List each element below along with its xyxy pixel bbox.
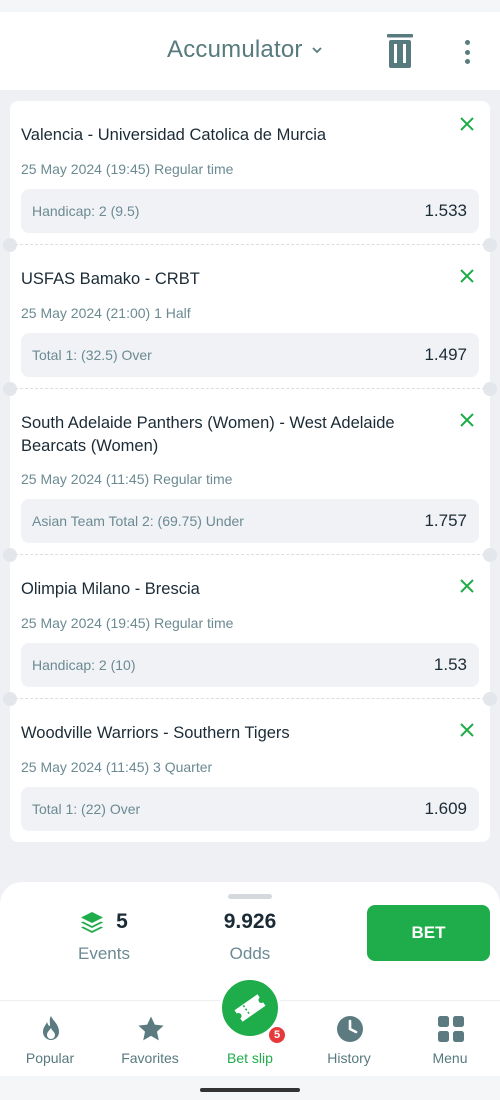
status-bar bbox=[0, 0, 500, 12]
bet-selection: Asian Team Total 2: (69.75) Under 1.757 bbox=[21, 499, 479, 543]
page-title: Accumulator bbox=[167, 36, 303, 63]
bet-type: Total 1: (32.5) Over bbox=[32, 347, 152, 363]
bet-selection: Total 1: (22) Over 1.609 bbox=[21, 787, 479, 831]
odds-label: Odds bbox=[229, 944, 271, 963]
nav-menu[interactable]: Menu bbox=[405, 1001, 495, 1077]
trash-icon[interactable] bbox=[387, 34, 413, 68]
bet-type: Handicap: 2 (10) bbox=[32, 657, 136, 673]
nav-favorites[interactable]: Favorites bbox=[105, 1001, 195, 1077]
layers-icon bbox=[81, 912, 104, 933]
nav-history[interactable]: History bbox=[304, 1001, 394, 1077]
ticket-icon bbox=[234, 994, 266, 1022]
nav-label: Favorites bbox=[121, 1050, 179, 1066]
bet-selection: Total 1: (32.5) Over 1.497 bbox=[21, 333, 479, 377]
chevron-down-icon bbox=[311, 47, 322, 54]
match-meta: 25 May 2024 (19:45) Regular time bbox=[21, 161, 234, 177]
match-meta: 25 May 2024 (21:00) 1 Half bbox=[21, 305, 191, 321]
bet-type: Asian Team Total 2: (69.75) Under bbox=[32, 513, 244, 529]
flame-icon bbox=[43, 1016, 59, 1040]
bet-odds: 1.757 bbox=[424, 511, 467, 530]
gesture-bar[interactable] bbox=[200, 1088, 300, 1092]
bet-odds: 1.533 bbox=[424, 201, 467, 220]
match-meta: 25 May 2024 (11:45) Regular time bbox=[21, 471, 233, 487]
bet-slip-badge: 5 bbox=[267, 1025, 287, 1045]
nav-label: Menu bbox=[432, 1050, 468, 1066]
bet-odds: 1.609 bbox=[424, 799, 467, 818]
nav-label: Popular bbox=[25, 1050, 75, 1066]
bet-card: Woodville Warriors - Southern Tigers 25 … bbox=[10, 699, 490, 842]
match-meta: 25 May 2024 (19:45) Regular time bbox=[21, 615, 234, 631]
bet-odds: 1.53 bbox=[433, 655, 467, 674]
bet-card: USFAS Bamako - CRBT 25 May 2024 (21:00) … bbox=[10, 245, 490, 389]
events-summary: 5 Events bbox=[60, 910, 148, 964]
nav-popular[interactable]: Popular bbox=[5, 1001, 95, 1077]
bet-card: Valencia - Universidad Catolica de Murci… bbox=[10, 101, 490, 245]
match-teams: Valencia - Universidad Catolica de Murci… bbox=[21, 126, 327, 144]
close-icon[interactable] bbox=[459, 412, 475, 428]
bet-card: Olimpia Milano - Brescia 25 May 2024 (19… bbox=[10, 555, 490, 699]
nav-label: History bbox=[327, 1050, 371, 1066]
bet-list: Valencia - Universidad Catolica de Murci… bbox=[3, 101, 497, 842]
bet-type: Total 1: (22) Over bbox=[32, 801, 141, 817]
clock-icon bbox=[337, 1016, 363, 1042]
match-teams: South Adelaide Panthers (Women) - West A… bbox=[21, 414, 395, 455]
bet-button[interactable]: BET bbox=[367, 905, 490, 961]
events-label: Events bbox=[78, 944, 130, 963]
close-icon[interactable] bbox=[459, 722, 475, 738]
bet-type: Handicap: 2 (9.5) bbox=[32, 203, 140, 219]
odds-value: 9.926 bbox=[223, 910, 277, 933]
match-teams: USFAS Bamako - CRBT bbox=[21, 270, 200, 288]
grid-icon bbox=[438, 1016, 464, 1042]
close-icon[interactable] bbox=[459, 578, 475, 594]
events-count: 5 bbox=[116, 910, 128, 933]
bet-selection: Handicap: 2 (9.5) 1.533 bbox=[21, 189, 479, 233]
bet-odds: 1.497 bbox=[424, 345, 467, 364]
bet-card: South Adelaide Panthers (Women) - West A… bbox=[10, 389, 490, 555]
odds-summary: 9.926 Odds bbox=[200, 910, 300, 964]
nav-label: Bet slip bbox=[227, 1050, 273, 1066]
match-meta: 25 May 2024 (11:45) 3 Quarter bbox=[21, 759, 213, 775]
drag-handle[interactable] bbox=[228, 894, 272, 899]
kebab-menu-icon[interactable] bbox=[458, 38, 476, 66]
match-teams: Olimpia Milano - Brescia bbox=[21, 580, 200, 598]
star-icon bbox=[138, 1016, 164, 1041]
bet-selection: Handicap: 2 (10) 1.53 bbox=[21, 643, 479, 687]
header: Accumulator bbox=[0, 12, 500, 90]
close-icon[interactable] bbox=[459, 268, 475, 284]
close-icon[interactable] bbox=[459, 116, 475, 132]
match-teams: Woodville Warriors - Southern Tigers bbox=[21, 724, 290, 742]
bet-type-dropdown[interactable]: Accumulator bbox=[167, 36, 323, 64]
